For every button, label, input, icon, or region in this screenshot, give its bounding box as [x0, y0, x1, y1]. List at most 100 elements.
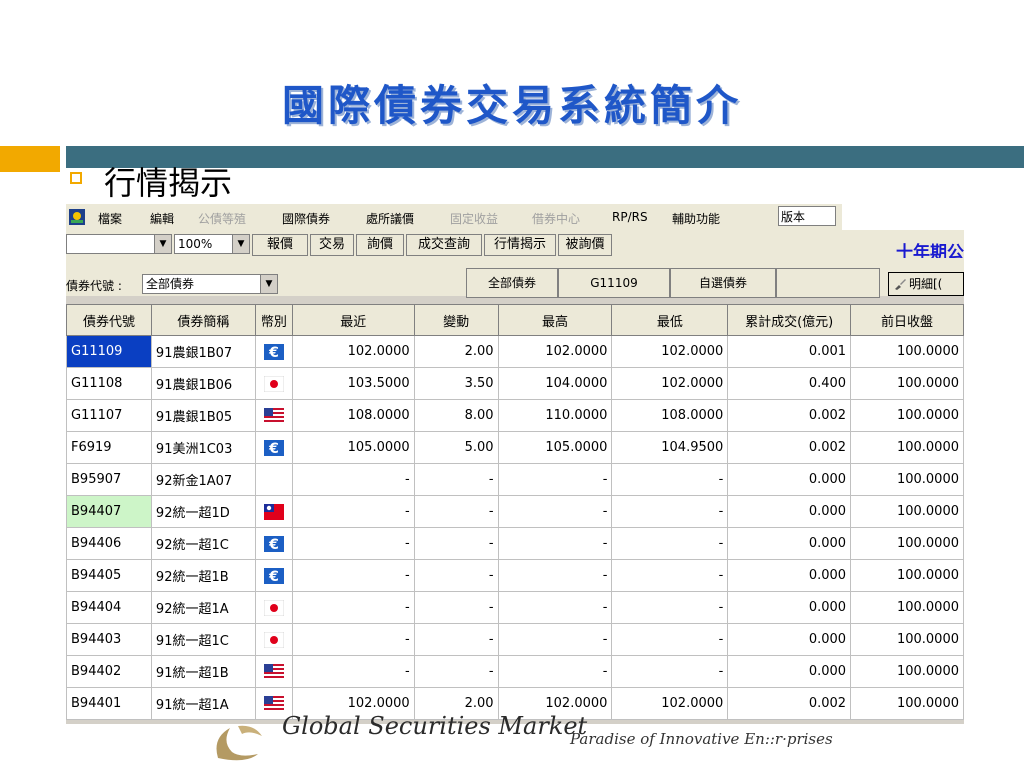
- change-cell[interactable]: -: [413, 463, 499, 496]
- change-cell[interactable]: 3.50: [413, 367, 499, 400]
- quote-button[interactable]: 報價: [252, 234, 308, 256]
- account-combo[interactable]: ▼: [66, 234, 172, 254]
- bond-name-cell[interactable]: 92統一超1D: [150, 495, 256, 528]
- chevron-down-icon[interactable]: ▼: [232, 235, 249, 253]
- low-cell[interactable]: 102.0000: [611, 335, 729, 368]
- column-header[interactable]: 最高: [497, 304, 613, 336]
- currency-cell[interactable]: [254, 367, 293, 400]
- column-header[interactable]: 債券代號: [66, 304, 152, 336]
- bond-code-cell[interactable]: B94407: [66, 495, 152, 528]
- bond-name-cell[interactable]: 92新金1A07: [150, 463, 256, 496]
- currency-cell[interactable]: [254, 655, 293, 688]
- bond-name-cell[interactable]: 92統一超1B: [150, 559, 256, 592]
- menu-item[interactable]: 借券中心: [532, 210, 580, 227]
- currency-cell[interactable]: €: [254, 527, 293, 560]
- high-cell[interactable]: -: [497, 495, 613, 528]
- table-row[interactable]: B94407 92統一超1D - - - -0.000 100.0000: [66, 495, 964, 528]
- table-row[interactable]: G11108 91農銀1B06 103.5000 3.50 104.0000 102.00…: [66, 367, 964, 400]
- menu-item[interactable]: 國際債券: [282, 210, 330, 227]
- bond-code-cell[interactable]: B94405: [66, 559, 152, 592]
- menu-item[interactable]: 處所議價: [366, 210, 414, 227]
- current-bond-button[interactable]: G11109: [558, 268, 670, 298]
- table-row[interactable]: B94403 91統一超1C - - - -0.000 100.0000: [66, 623, 964, 656]
- volume-cell[interactable]: 0.000: [727, 591, 852, 624]
- last-price-cell[interactable]: -: [291, 495, 415, 528]
- low-cell[interactable]: -: [611, 463, 729, 496]
- bond-code-cell[interactable]: B95907: [66, 463, 152, 496]
- currency-cell[interactable]: €: [254, 559, 293, 592]
- menu-item[interactable]: 公債等殖: [198, 210, 246, 227]
- market-display-button[interactable]: 行情揭示: [484, 234, 556, 256]
- bond-name-cell[interactable]: 91統一超1A: [150, 687, 256, 720]
- low-cell[interactable]: -: [611, 591, 729, 624]
- menu-item[interactable]: 編輯: [150, 210, 174, 227]
- low-cell[interactable]: -: [611, 495, 729, 528]
- volume-cell[interactable]: 0.000: [727, 527, 852, 560]
- bond-name-cell[interactable]: 91農銀1B05: [150, 399, 256, 432]
- high-cell[interactable]: -: [497, 559, 613, 592]
- last-price-cell[interactable]: 103.5000: [291, 367, 415, 400]
- volume-cell[interactable]: 0.400: [727, 367, 852, 400]
- high-cell[interactable]: -: [497, 655, 613, 688]
- change-cell[interactable]: -: [413, 559, 499, 592]
- bond-name-cell[interactable]: 91農銀1B07: [150, 335, 256, 368]
- column-header[interactable]: 前日收盤: [850, 304, 964, 336]
- bond-name-cell[interactable]: 92統一超1A: [150, 591, 256, 624]
- bond-name-cell[interactable]: 92統一超1C: [150, 527, 256, 560]
- detail-button[interactable]: 明細[(: [888, 272, 964, 296]
- low-cell[interactable]: 108.0000: [611, 399, 729, 432]
- prev-close-cell[interactable]: 100.0000: [850, 591, 964, 624]
- low-cell[interactable]: -: [611, 527, 729, 560]
- low-cell[interactable]: -: [611, 655, 729, 688]
- high-cell[interactable]: -: [497, 591, 613, 624]
- currency-cell[interactable]: [254, 399, 293, 432]
- bond-name-cell[interactable]: 91統一超1C: [150, 623, 256, 656]
- last-price-cell[interactable]: 105.0000: [291, 431, 415, 464]
- bond-name-cell[interactable]: 91美洲1C03: [150, 431, 256, 464]
- table-row[interactable]: B94405 92統一超1B € - - - -0.000 100.0000: [66, 559, 964, 592]
- volume-cell[interactable]: 0.002: [727, 431, 852, 464]
- table-row[interactable]: B94406 92統一超1C € - - - -0.000 100.0000: [66, 527, 964, 560]
- bond-code-cell[interactable]: F6919: [66, 431, 152, 464]
- table-row[interactable]: B94404 92統一超1A - - - -0.000 100.0000: [66, 591, 964, 624]
- currency-cell[interactable]: €: [254, 431, 293, 464]
- change-cell[interactable]: 5.00: [413, 431, 499, 464]
- low-cell[interactable]: 102.0000: [611, 687, 729, 720]
- change-cell[interactable]: -: [413, 527, 499, 560]
- volume-cell[interactable]: 0.000: [727, 495, 852, 528]
- last-price-cell[interactable]: -: [291, 559, 415, 592]
- bond-filter-select[interactable]: 全部債券 ▼: [142, 274, 278, 294]
- last-price-cell[interactable]: -: [291, 527, 415, 560]
- volume-cell[interactable]: 0.001: [727, 335, 852, 368]
- volume-cell[interactable]: 0.000: [727, 463, 852, 496]
- bond-code-cell[interactable]: G11108: [66, 367, 152, 400]
- trade-button[interactable]: 交易: [310, 234, 354, 256]
- bond-code-cell[interactable]: B94404: [66, 591, 152, 624]
- last-price-cell[interactable]: -: [291, 591, 415, 624]
- prev-close-cell[interactable]: 100.0000: [850, 559, 964, 592]
- last-price-cell[interactable]: -: [291, 655, 415, 688]
- volume-cell[interactable]: 0.000: [727, 559, 852, 592]
- all-bonds-button[interactable]: 全部債券: [466, 268, 558, 298]
- prev-close-cell[interactable]: 100.0000: [850, 527, 964, 560]
- chevron-down-icon[interactable]: ▼: [154, 235, 171, 253]
- chevron-down-icon[interactable]: ▼: [260, 275, 277, 293]
- volume-cell[interactable]: 0.000: [727, 655, 852, 688]
- trade-query-button[interactable]: 成交查詢: [406, 234, 482, 256]
- high-cell[interactable]: -: [497, 463, 613, 496]
- high-cell[interactable]: 110.0000: [497, 399, 613, 432]
- bond-name-cell[interactable]: 91統一超1B: [150, 655, 256, 688]
- prev-close-cell[interactable]: 100.0000: [850, 623, 964, 656]
- table-row[interactable]: B95907 92新金1A07- - - -0.000 100.0000: [66, 463, 964, 496]
- prev-close-cell[interactable]: 100.0000: [850, 431, 964, 464]
- currency-cell[interactable]: [254, 463, 293, 496]
- bond-code-cell[interactable]: B94406: [66, 527, 152, 560]
- menu-item[interactable]: 固定收益: [450, 210, 498, 227]
- bond-code-cell[interactable]: G11107: [66, 399, 152, 432]
- change-cell[interactable]: -: [413, 495, 499, 528]
- last-price-cell[interactable]: -: [291, 623, 415, 656]
- zoom-combo[interactable]: 100% ▼: [174, 234, 250, 254]
- last-price-cell[interactable]: 108.0000: [291, 399, 415, 432]
- column-header[interactable]: 最低: [611, 304, 729, 336]
- prev-close-cell[interactable]: 100.0000: [850, 399, 964, 432]
